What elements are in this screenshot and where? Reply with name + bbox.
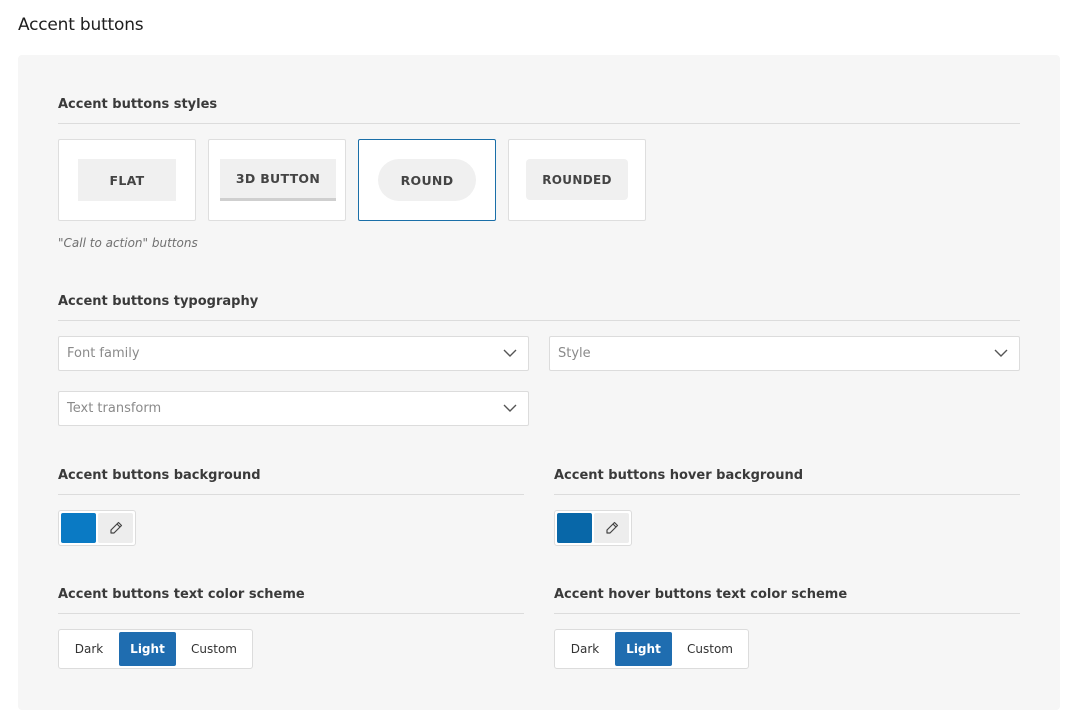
- hover-background-section-label: Accent buttons hover background: [554, 468, 804, 483]
- style-option-flat[interactable]: FLAT: [58, 139, 196, 221]
- chevron-down-icon: [503, 349, 517, 357]
- flat-sample: FLAT: [78, 159, 176, 201]
- text-scheme-light-button[interactable]: Light: [119, 632, 176, 666]
- settings-panel: Accent buttons styles FLAT 3D BUTTON ROU…: [18, 55, 1060, 710]
- style-option-3d[interactable]: 3D BUTTON: [208, 139, 346, 221]
- hover-background-picker-button[interactable]: [594, 513, 629, 543]
- background-color-control: [58, 510, 136, 546]
- styles-hint: "Call to action" buttons: [58, 236, 198, 250]
- hover-text-scheme-divider: [554, 613, 1020, 614]
- background-section-label: Accent buttons background: [58, 468, 261, 483]
- style-option-round[interactable]: ROUND: [358, 139, 496, 221]
- chevron-down-icon: [503, 404, 517, 412]
- style-option-rounded[interactable]: ROUNDED: [508, 139, 646, 221]
- style-placeholder: Style: [558, 346, 591, 361]
- text-scheme-dark-button[interactable]: Dark: [61, 632, 117, 666]
- text-transform-select[interactable]: Text transform: [58, 391, 529, 426]
- hover-text-scheme-section-label: Accent hover buttons text color scheme: [554, 587, 848, 602]
- text-transform-placeholder: Text transform: [67, 401, 162, 416]
- typography-divider: [58, 320, 1020, 321]
- hover-text-scheme-dark-button[interactable]: Dark: [557, 632, 613, 666]
- text-scheme-section-label: Accent buttons text color scheme: [58, 587, 305, 602]
- style-select[interactable]: Style: [549, 336, 1020, 371]
- background-color-swatch[interactable]: [61, 513, 96, 543]
- hover-background-color-swatch[interactable]: [557, 513, 592, 543]
- hover-background-divider: [554, 494, 1020, 495]
- hover-text-scheme-segmented-control: Dark Light Custom: [554, 629, 749, 669]
- hover-text-scheme-light-button[interactable]: Light: [615, 632, 672, 666]
- text-scheme-divider: [58, 613, 524, 614]
- chevron-down-icon: [994, 349, 1008, 357]
- background-divider: [58, 494, 524, 495]
- typography-section-label: Accent buttons typography: [58, 294, 259, 309]
- hover-text-scheme-custom-button[interactable]: Custom: [674, 632, 746, 666]
- eyedropper-icon: [109, 521, 122, 534]
- styles-divider: [58, 123, 1020, 124]
- page-title: Accent buttons: [18, 15, 144, 35]
- 3d-button-sample: 3D BUTTON: [220, 159, 336, 201]
- round-sample: ROUND: [378, 159, 476, 201]
- eyedropper-icon: [605, 521, 618, 534]
- text-scheme-custom-button[interactable]: Custom: [178, 632, 250, 666]
- styles-section-label: Accent buttons styles: [58, 97, 218, 112]
- text-scheme-segmented-control: Dark Light Custom: [58, 629, 253, 669]
- hover-background-color-control: [554, 510, 632, 546]
- font-family-placeholder: Font family: [67, 346, 140, 361]
- background-picker-button[interactable]: [98, 513, 133, 543]
- rounded-sample: ROUNDED: [526, 159, 628, 200]
- font-family-select[interactable]: Font family: [58, 336, 529, 371]
